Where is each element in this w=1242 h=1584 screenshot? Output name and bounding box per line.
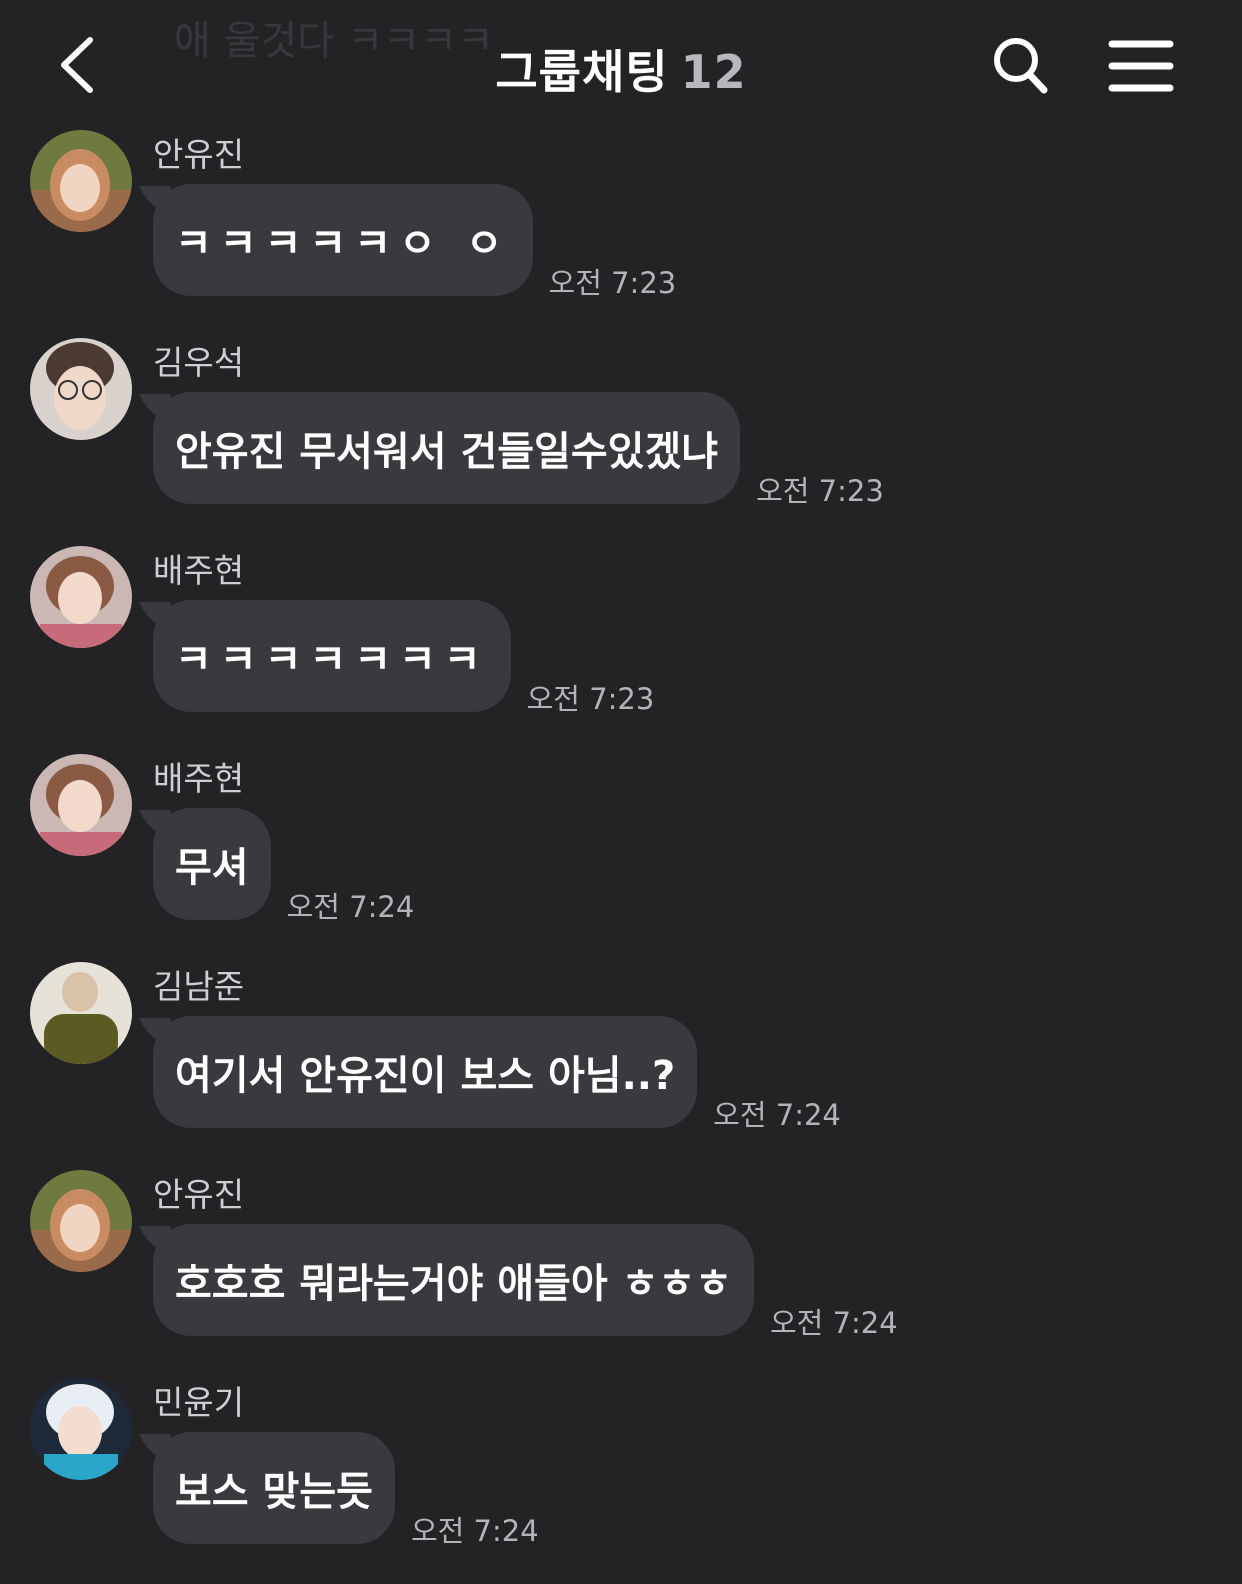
message-time: 오전 7:24 [713,1098,841,1132]
avatar-image [30,1170,132,1272]
hamburger-menu-icon [1108,40,1174,92]
message-bubble[interactable]: ㅋㅋㅋㅋㅋㅋㅋ [153,600,511,712]
message-text: 호호호 뭐라는거야 애들아 ㅎㅎㅎ [175,1261,732,1307]
chat-title-text: 그룹채팅 [495,45,669,99]
message-text: ㅋㅋㅋㅋㅋㅋㅋ [175,637,489,683]
sender-name: 안유진 [153,1175,245,1214]
menu-button[interactable] [1108,38,1176,94]
chat-header: 그룹채팅 12 [0,0,1242,130]
message-text: 보스 맞는듯 [175,1469,373,1515]
message-text: 무셔 [175,845,249,891]
sender-name: 배주현 [153,759,245,798]
search-button[interactable] [990,34,1052,98]
message-bubble[interactable]: ㅋㅋㅋㅋㅋㅇ ㅇ [153,184,533,296]
avatar-image [30,546,132,648]
message-time: 오전 7:24 [410,1514,539,1548]
message-time: 오전 7:24 [769,1306,898,1340]
member-count: 12 [680,45,747,99]
avatar[interactable] [30,754,132,856]
message-text: ㅋㅋㅋㅋㅋㅇ ㅇ [175,221,511,267]
avatar-image [30,754,132,856]
sender-name: 안유진 [153,135,245,174]
message-time: 오전 7:23 [548,266,677,300]
sender-name: 김우석 [153,343,245,382]
message-bubble[interactable]: 보스 맞는듯 [153,1432,395,1544]
sender-name: 민윤기 [153,1383,245,1422]
sender-name: 배주현 [153,551,245,590]
message-time: 오전 7:24 [286,890,415,924]
message-time: 오전 7:23 [756,474,884,508]
message-text: 안유진 무서워서 건들일수있겠냐 [175,429,719,475]
avatar[interactable] [30,130,132,232]
avatar-image [30,962,132,1064]
chat-title: 그룹채팅 12 [0,36,1242,102]
avatar[interactable] [30,1170,132,1272]
avatar-image [30,130,132,232]
avatar[interactable] [30,1378,132,1480]
message-bubble[interactable]: 호호호 뭐라는거야 애들아 ㅎㅎㅎ [153,1224,754,1336]
message-time: 오전 7:23 [526,682,655,716]
message-text: 여기서 안유진이 보스 아님..? [175,1053,676,1099]
message-bubble[interactable]: 무셔 [153,808,271,920]
sender-name: 김남준 [153,967,245,1006]
avatar-image [30,338,132,440]
avatar[interactable] [30,962,132,1064]
avatar[interactable] [30,338,132,440]
search-icon [994,38,1048,94]
message-bubble[interactable]: 여기서 안유진이 보스 아님..? [153,1016,698,1128]
avatar-image [30,1378,132,1480]
avatar[interactable] [30,546,132,648]
message-bubble[interactable]: 안유진 무서워서 건들일수있겠냐 [153,392,741,504]
